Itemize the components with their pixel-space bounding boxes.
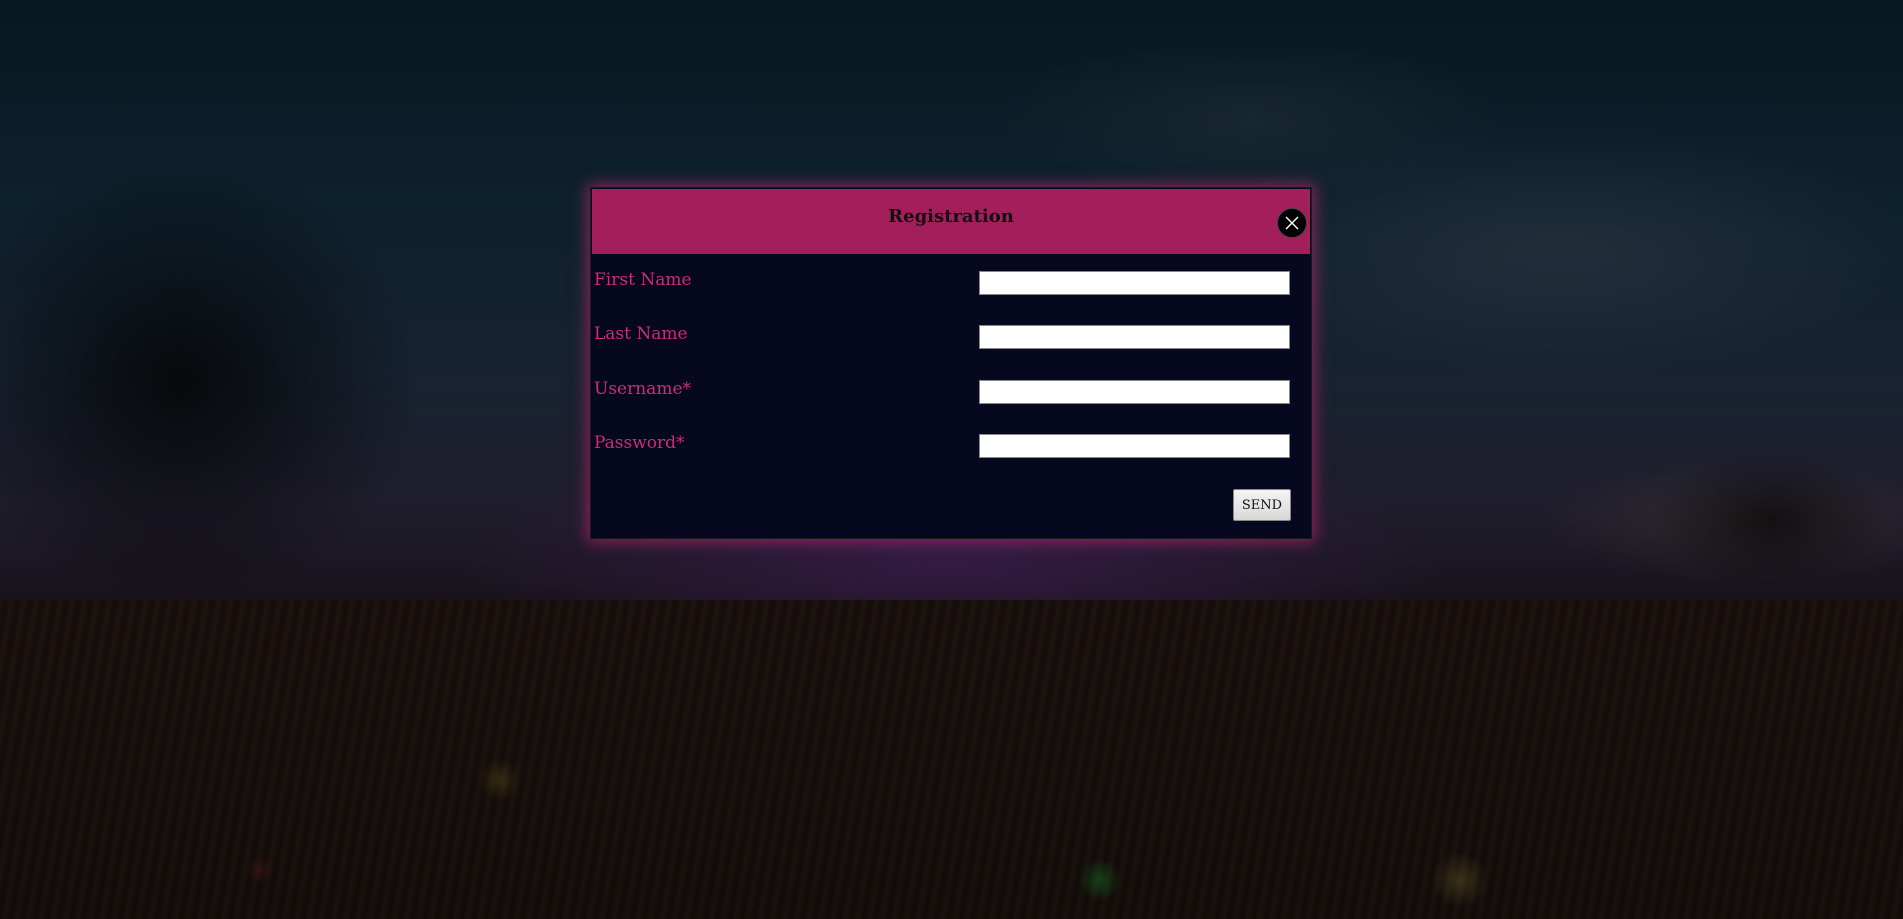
send-button[interactable]: SEND — [1233, 489, 1291, 521]
first-name-label: First Name — [594, 270, 692, 290]
last-name-label: Last Name — [594, 324, 688, 344]
registration-modal: Registration First Name Last Name Userna… — [590, 187, 1312, 539]
password-label: Password* — [594, 433, 685, 453]
username-field[interactable] — [979, 380, 1290, 404]
last-name-field[interactable] — [979, 325, 1290, 349]
close-button[interactable] — [1277, 208, 1307, 238]
close-icon — [1285, 216, 1299, 230]
first-name-field[interactable] — [979, 271, 1290, 295]
modal-title: Registration — [888, 206, 1014, 227]
password-field[interactable] — [979, 434, 1290, 458]
username-label: Username* — [594, 379, 692, 399]
modal-header: Registration — [592, 189, 1310, 254]
